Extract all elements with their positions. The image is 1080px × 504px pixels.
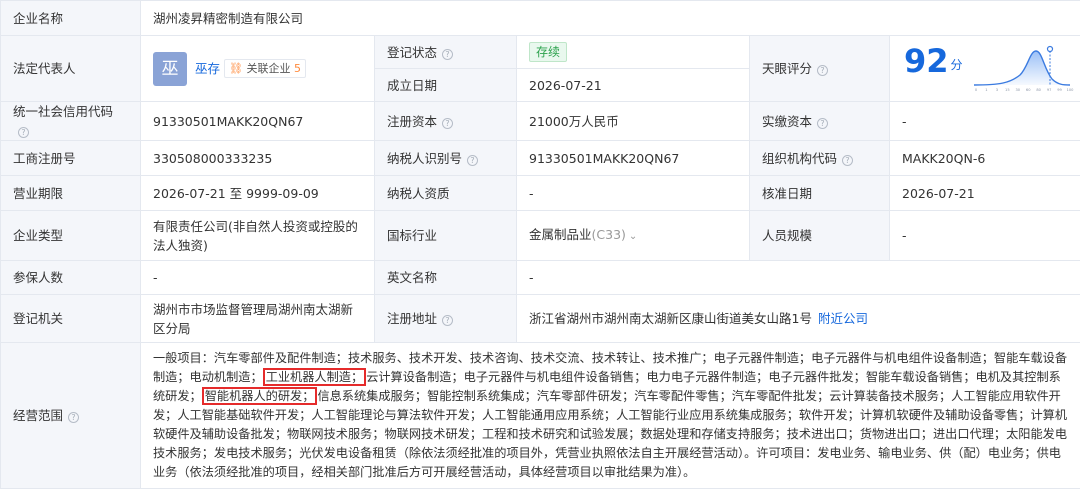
chain-icon: ⛓ xyxy=(229,62,243,75)
label-insured: 参保人数 xyxy=(0,260,141,295)
label-legal-rep: 法定代表人 xyxy=(0,35,141,102)
label-credit-code: 统一社会信用代码? xyxy=(0,101,141,141)
business-term: 2026-07-21 至 9999-09-09 xyxy=(140,175,375,211)
label-reg-number: 工商注册号 xyxy=(0,140,141,176)
score-marker-dot xyxy=(1046,45,1054,52)
help-icon[interactable]: ? xyxy=(442,117,454,129)
label-tianyan-score: 天眼评分? xyxy=(749,35,890,102)
label-taxpayer-qual: 纳税人资质 xyxy=(374,175,517,211)
taxpayer-id: 91330501MAKK20QN67 xyxy=(516,140,750,176)
industry-cell[interactable]: 金属制品业(C33) ⌄ xyxy=(516,210,750,261)
approval-date: 2026-07-21 xyxy=(888,175,1080,211)
label-reg-address: 注册地址? xyxy=(374,294,517,343)
company-type: 有限责任公司(非自然人投资或控股的法人独资) xyxy=(140,210,375,261)
avatar[interactable]: 巫 xyxy=(153,51,187,86)
reg-authority: 湖州市市场监督管理局湖州南太湖新区分局 xyxy=(140,294,375,343)
business-scope: 一般项目：汽车零部件及配件制造；技术服务、技术开发、技术咨询、技术交流、技术转让… xyxy=(139,342,1080,489)
label-company-name: 企业名称 xyxy=(0,0,141,36)
insured-count: - xyxy=(140,260,375,295)
chevron-down-icon[interactable]: ⌄ xyxy=(629,231,637,242)
score-tick-label: 0 xyxy=(975,88,978,92)
company-name: 湖州凌昇精密制造有限公司 xyxy=(139,0,1080,36)
scope-highlight: 智能机器人的研发； xyxy=(201,387,318,405)
org-code: MAKK20QN-6 xyxy=(888,140,1080,176)
reg-address-cell: 浙江省湖州市湖州南太湖新区康山街道美女山路1号 附近公司 xyxy=(515,294,1080,343)
scope-highlight: 工业机器人制造； xyxy=(262,368,367,386)
industry-code: (C33) xyxy=(591,227,626,242)
score-tick-label: 30 xyxy=(1015,88,1020,92)
score-tick-label: 15 xyxy=(1005,88,1010,92)
score-tick-label: 99 xyxy=(1057,88,1062,92)
label-taxpayer-id: 纳税人识别号? xyxy=(374,140,517,176)
established-date: 2026-07-21 xyxy=(516,68,750,102)
help-icon[interactable]: ? xyxy=(18,127,29,138)
legal-rep-cell: 巫巫存 ⛓ 关联企业 5 xyxy=(140,35,375,102)
help-icon[interactable]: ? xyxy=(68,412,80,423)
help-icon[interactable]: ? xyxy=(442,315,454,326)
help-icon[interactable]: ? xyxy=(467,154,479,166)
label-paid-capital: 实缴资本? xyxy=(749,101,890,141)
english-name: - xyxy=(515,260,1080,295)
label-staff-size: 人员规模 xyxy=(749,210,890,261)
label-term: 营业期限 xyxy=(0,175,141,211)
label-industry: 国标行业 xyxy=(374,210,517,261)
score-tick-label: 100 xyxy=(1067,88,1074,92)
reg-address: 浙江省湖州市湖州南太湖新区康山街道美女山路1号 xyxy=(529,311,812,326)
help-icon[interactable]: ? xyxy=(842,154,854,166)
staff-size: - xyxy=(888,210,1080,261)
help-icon[interactable]: ? xyxy=(817,117,829,129)
label-reg-authority: 登记机关 xyxy=(0,294,141,343)
label-scope: 经营范围? xyxy=(0,342,141,489)
score-cell[interactable]: 92 分 0 1 3 15 30 60 80 97 99 100 xyxy=(888,35,1080,102)
score-value: 92 xyxy=(904,41,949,80)
score-tick-label: 80 xyxy=(1036,88,1041,92)
score-tick-label: 1 xyxy=(985,88,987,92)
help-icon[interactable]: ? xyxy=(817,65,829,76)
taxpayer-qual: - xyxy=(516,175,750,211)
score-unit: 分 xyxy=(950,57,963,72)
related-companies-button[interactable]: ⛓ 关联企业 5 xyxy=(224,59,306,78)
distribution-area xyxy=(974,50,1070,85)
score-distribution-chart: 0 1 3 15 30 60 80 97 99 100 xyxy=(973,45,1074,92)
nearby-companies-link[interactable]: 附近公司 xyxy=(818,311,868,326)
score-tick-label: 60 xyxy=(1026,88,1031,92)
score-tick-label: 3 xyxy=(996,88,998,92)
industry-name: 金属制品业 xyxy=(529,227,592,242)
label-approval-date: 核准日期 xyxy=(749,175,890,211)
label-reg-status: 登记状态? xyxy=(374,35,517,69)
legal-rep-name-link[interactable]: 巫存 xyxy=(195,61,220,76)
related-label: 关联企业 xyxy=(246,62,291,75)
label-reg-capital: 注册资本? xyxy=(374,101,517,141)
label-company-type: 企业类型 xyxy=(0,210,141,261)
related-count: 5 xyxy=(293,62,301,75)
paid-capital: - xyxy=(888,101,1080,141)
company-info-table: 企业名称 湖州凌昇精密制造有限公司 法定代表人 巫巫存 ⛓ 关联企业 5 登记状态… xyxy=(0,0,1080,489)
label-english-name: 英文名称 xyxy=(374,260,517,295)
label-established: 成立日期 xyxy=(374,68,517,102)
score-tick-label: 97 xyxy=(1047,88,1052,92)
reg-number: 330508000333235 xyxy=(140,140,375,176)
status-badge: 存续 xyxy=(529,42,568,62)
label-org-code: 组织机构代码? xyxy=(749,140,890,176)
credit-code: 91330501MAKK20QN67 xyxy=(140,101,375,141)
reg-capital: 21000万人民币 xyxy=(516,101,750,141)
help-icon[interactable]: ? xyxy=(442,48,454,60)
reg-status-cell: 存续 xyxy=(516,35,750,69)
